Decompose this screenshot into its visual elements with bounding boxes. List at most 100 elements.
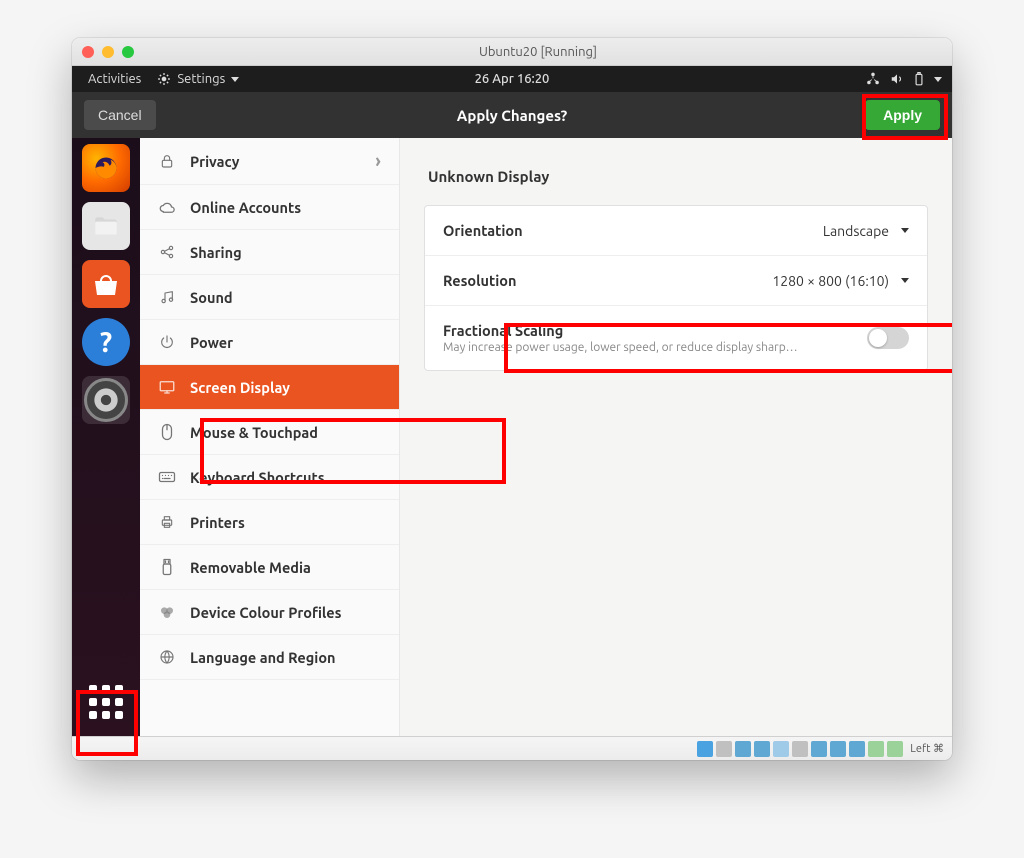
gear-icon bbox=[157, 72, 171, 86]
apps-grid-icon bbox=[89, 685, 123, 719]
sidebar-item-label: Screen Display bbox=[190, 379, 290, 396]
vbox-host-key: Left ⌘ bbox=[910, 742, 944, 755]
vbox-audio-icon[interactable] bbox=[735, 741, 751, 757]
vbox-display-icon[interactable] bbox=[811, 741, 827, 757]
power-icon bbox=[158, 333, 176, 351]
chevron-down-icon bbox=[231, 77, 239, 82]
sidebar-item-mouse-touchpad[interactable]: Mouse & Touchpad bbox=[140, 410, 399, 455]
sidebar-item-sharing[interactable]: Sharing bbox=[140, 230, 399, 275]
virtualbox-statusbar: Left ⌘ bbox=[72, 736, 952, 760]
vm-window: Ubuntu20 [Running] Activities Settings 2… bbox=[72, 38, 952, 760]
fractional-scaling-row[interactable]: Fractional Scaling May increase power us… bbox=[425, 306, 927, 370]
sidebar-item-printers[interactable]: Printers bbox=[140, 500, 399, 545]
sidebar-item-label: Sound bbox=[190, 289, 233, 306]
header-title: Apply Changes? bbox=[457, 107, 567, 124]
cancel-button[interactable]: Cancel bbox=[84, 100, 156, 130]
chevron-down-icon bbox=[901, 278, 909, 283]
dock-software[interactable] bbox=[82, 260, 130, 308]
dock-firefox[interactable] bbox=[82, 144, 130, 192]
dock-settings[interactable] bbox=[82, 376, 130, 424]
vbox-cpu-icon[interactable] bbox=[868, 741, 884, 757]
gnome-top-bar: Activities Settings 26 Apr 16:20 bbox=[72, 66, 952, 92]
sidebar-item-screen-display[interactable]: Screen Display bbox=[140, 365, 399, 410]
resolution-label: Resolution bbox=[443, 272, 517, 289]
minimize-window-icon[interactable] bbox=[102, 46, 114, 58]
sidebar-item-label: Keyboard Shortcuts bbox=[190, 469, 325, 486]
dock-files[interactable] bbox=[82, 202, 130, 250]
sidebar-item-label: Online Accounts bbox=[190, 199, 301, 216]
fractional-scaling-switch[interactable] bbox=[867, 327, 909, 349]
sidebar-item-privacy[interactable]: Privacy › bbox=[140, 138, 399, 185]
fractional-scaling-description: May increase power usage, lower speed, o… bbox=[443, 341, 798, 354]
fractional-scaling-label: Fractional Scaling bbox=[443, 322, 798, 339]
resolution-value: 1280 × 800 (16:10) bbox=[772, 273, 889, 289]
sidebar-item-label: Sharing bbox=[190, 244, 242, 261]
sidebar-item-label: Privacy bbox=[190, 153, 239, 170]
sidebar-item-sound[interactable]: Sound bbox=[140, 275, 399, 320]
clock[interactable]: 26 Apr 16:20 bbox=[475, 72, 550, 86]
sidebar-item-label: Language and Region bbox=[190, 649, 336, 666]
battery-icon bbox=[914, 72, 924, 86]
settings-main: Unknown Display Orientation Landscape Re… bbox=[400, 138, 952, 736]
network-icon bbox=[866, 72, 880, 86]
sidebar-item-label: Device Colour Profiles bbox=[190, 604, 342, 621]
close-window-icon[interactable] bbox=[82, 46, 94, 58]
lock-icon bbox=[158, 152, 176, 170]
color-icon bbox=[158, 603, 176, 621]
window-title: Ubuntu20 [Running] bbox=[134, 45, 942, 59]
vbox-optical-icon[interactable] bbox=[716, 741, 732, 757]
vbox-hdd-icon[interactable] bbox=[697, 741, 713, 757]
firefox-icon bbox=[92, 154, 120, 182]
cloud-icon bbox=[158, 198, 176, 216]
printer-icon bbox=[158, 513, 176, 531]
chevron-down-icon bbox=[901, 228, 909, 233]
volume-icon bbox=[890, 72, 904, 86]
vbox-vrde-icon[interactable] bbox=[849, 741, 865, 757]
resolution-row[interactable]: Resolution 1280 × 800 (16:10) bbox=[425, 256, 927, 306]
folder-icon bbox=[93, 215, 119, 237]
share-icon bbox=[158, 243, 176, 261]
sidebar-item-keyboard-shortcuts[interactable]: Keyboard Shortcuts bbox=[140, 455, 399, 500]
header-bar: Cancel Apply Changes? Apply bbox=[72, 92, 952, 138]
orientation-row[interactable]: Orientation Landscape bbox=[425, 206, 927, 256]
dock-show-applications[interactable] bbox=[82, 678, 130, 726]
music-icon bbox=[158, 288, 176, 306]
vbox-shared-folder-icon[interactable] bbox=[792, 741, 808, 757]
usb-icon bbox=[158, 558, 176, 576]
shopping-bag-icon bbox=[91, 271, 121, 297]
orientation-value: Landscape bbox=[823, 223, 889, 239]
sidebar-item-removable-media[interactable]: Removable Media bbox=[140, 545, 399, 590]
display-icon bbox=[158, 378, 176, 396]
question-icon: ? bbox=[100, 327, 112, 358]
dock-help[interactable]: ? bbox=[82, 318, 130, 366]
sidebar-item-online-accounts[interactable]: Online Accounts bbox=[140, 185, 399, 230]
ubuntu-dock: ? bbox=[72, 138, 140, 736]
keyboard-icon bbox=[158, 468, 176, 486]
settings-sidebar: Privacy › Online Accounts Sharing Sound Power… bbox=[140, 138, 400, 736]
globe-icon bbox=[158, 648, 176, 666]
display-settings-panel: Orientation Landscape Resolution 1280 × … bbox=[424, 205, 928, 371]
sidebar-item-language-and-region[interactable]: Language and Region bbox=[140, 635, 399, 680]
vbox-usb-icon[interactable] bbox=[773, 741, 789, 757]
app-menu[interactable]: Settings bbox=[157, 72, 239, 86]
chevron-right-icon: › bbox=[375, 151, 381, 171]
maximize-window-icon[interactable] bbox=[122, 46, 134, 58]
mac-titlebar: Ubuntu20 [Running] bbox=[72, 38, 952, 66]
sidebar-item-label: Removable Media bbox=[190, 559, 311, 576]
vbox-recording-icon[interactable] bbox=[830, 741, 846, 757]
vbox-clipboard-icon[interactable] bbox=[887, 741, 903, 757]
section-title: Unknown Display bbox=[428, 168, 924, 185]
sidebar-item-device-colour-profiles[interactable]: Device Colour Profiles bbox=[140, 590, 399, 635]
sidebar-item-label: Printers bbox=[190, 514, 245, 531]
apply-button[interactable]: Apply bbox=[865, 100, 940, 130]
vbox-network-icon[interactable] bbox=[754, 741, 770, 757]
app-menu-label: Settings bbox=[177, 72, 225, 86]
sidebar-item-label: Power bbox=[190, 334, 233, 351]
mouse-icon bbox=[158, 423, 176, 441]
sidebar-item-label: Mouse & Touchpad bbox=[190, 424, 318, 441]
activities-button[interactable]: Activities bbox=[82, 72, 147, 86]
gear-icon bbox=[92, 386, 120, 414]
sidebar-item-power[interactable]: Power bbox=[140, 320, 399, 365]
system-tray[interactable] bbox=[866, 72, 942, 86]
chevron-down-icon bbox=[934, 77, 942, 82]
